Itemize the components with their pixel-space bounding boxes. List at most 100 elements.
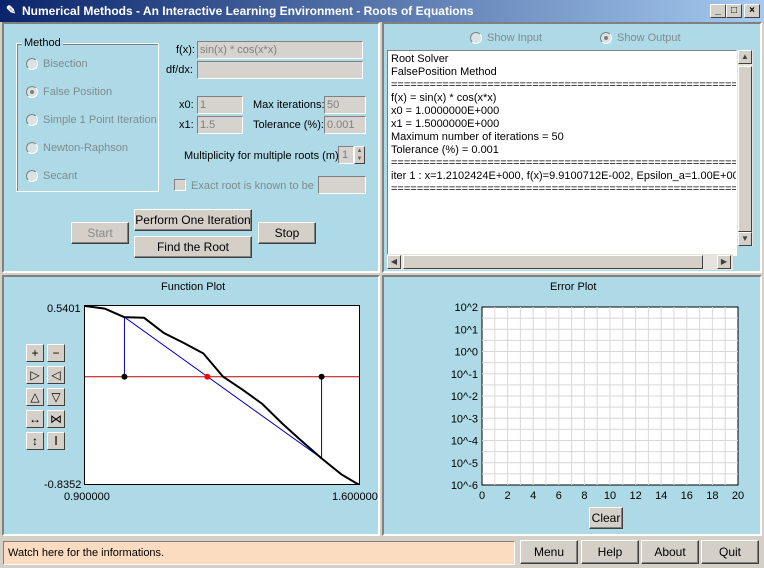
fx-input[interactable]: sin(x) * cos(x*x)	[197, 41, 363, 59]
error-y-tick-label: 10^0	[454, 347, 478, 359]
pan-right-icon[interactable]: ▷	[26, 366, 44, 384]
error-y-tick-label: 10^2	[454, 302, 478, 314]
dfdx-label: df/dx:	[166, 64, 193, 76]
radio-simple-iteration-label: Simple 1 Point Iteration	[43, 114, 157, 126]
error-x-tick-label: 18	[706, 490, 718, 502]
function-plot-ymin: -0.8352	[44, 479, 82, 491]
title-bar: ✎ Numerical Methods - An Interactive Lea…	[0, 0, 764, 22]
error-x-tick-label: 4	[530, 490, 536, 502]
radio-bisection-label: Bisection	[43, 58, 88, 70]
exact-root-input[interactable]	[318, 176, 366, 194]
narrow-y-icon[interactable]: Ⅰ	[47, 432, 65, 450]
radio-false-position-circle[interactable]	[26, 86, 38, 98]
scroll-right-arrow-icon[interactable]: ▶	[717, 255, 731, 269]
radio-secant-label: Secant	[43, 170, 78, 182]
start-button[interactable]: Start	[71, 222, 129, 244]
output-line: f(x) = sin(x) * cos(x*x)	[391, 92, 497, 104]
error-y-tick-label: 10^-3	[451, 413, 478, 425]
about-button[interactable]: About	[641, 540, 699, 564]
error-x-tick-label: 2	[505, 490, 511, 502]
exact-root-checkbox[interactable]	[174, 179, 186, 191]
pan-left-icon[interactable]: ◁	[47, 366, 65, 384]
minimize-button[interactable]: _	[710, 4, 726, 18]
stop-button[interactable]: Stop	[258, 222, 316, 244]
radio-false-position-label: False Position	[43, 86, 113, 98]
show-input-radio[interactable]	[470, 32, 482, 44]
tolerance-label: Tolerance (%):	[253, 119, 324, 131]
root-point	[318, 373, 325, 380]
widen-x-icon[interactable]: ↔	[26, 410, 44, 428]
output-hscroll[interactable]: ◀ ▶	[387, 254, 733, 270]
help-button[interactable]: Help	[581, 540, 639, 564]
pan-down-icon[interactable]: ▽	[47, 388, 65, 406]
narrow-x-icon[interactable]: ⋈	[47, 410, 65, 428]
output-line: Maximum number of iterations = 50	[391, 131, 564, 143]
function-plot-ymax: 0.5401	[47, 303, 81, 315]
error-x-tick-label: 14	[655, 490, 667, 502]
zoom-in-icon[interactable]: +	[26, 344, 44, 362]
output-textarea[interactable]: Root Solver FalsePosition Method =========…	[387, 50, 737, 256]
error-x-tick-label: 6	[556, 490, 562, 502]
function-curve	[85, 306, 359, 484]
output-line: ========================================…	[391, 183, 737, 195]
scroll-down-arrow-icon[interactable]: ▼	[738, 232, 752, 246]
max-iterations-label: Max iterations:	[253, 99, 325, 111]
error-x-tick-label: 20	[732, 490, 744, 502]
show-input-label: Show Input	[487, 32, 543, 44]
maximize-button[interactable]: □	[726, 4, 742, 18]
quit-button[interactable]: Quit	[701, 540, 759, 564]
window-title: Numerical Methods - An Interactive Learn…	[22, 4, 474, 18]
radio-simple-iteration-circle[interactable]	[26, 114, 38, 126]
hscroll-thumb[interactable]	[403, 255, 703, 269]
scroll-left-arrow-icon[interactable]: ◀	[387, 255, 401, 269]
status-message: Watch here for the informations.	[3, 541, 515, 565]
output-line: x0 = 1.0000000E+000	[391, 105, 500, 117]
multiplicity-label: Multiplicity for multiple roots (m):	[184, 150, 342, 162]
error-x-tick-label: 8	[581, 490, 587, 502]
multiplicity-spinner[interactable]: ▲ ▼	[354, 146, 365, 164]
error-y-tick-label: 10^1	[454, 324, 478, 336]
error-x-tick-label: 16	[681, 490, 693, 502]
tolerance-input[interactable]: 0.001	[324, 116, 366, 134]
output-vscroll[interactable]: ▲ ▼	[737, 50, 753, 246]
root-point	[121, 373, 128, 380]
error-y-tick-label: 10^-1	[451, 369, 478, 381]
output-line: Root Solver	[391, 53, 449, 65]
function-plot-canvas[interactable]	[84, 305, 360, 485]
max-iterations-input[interactable]: 50	[324, 96, 366, 114]
x1-input[interactable]: 1.5	[197, 116, 243, 134]
method-group-label: Method	[22, 37, 63, 49]
fx-label: f(x):	[176, 44, 195, 56]
perform-one-iteration-button[interactable]: Perform One Iteration	[134, 209, 252, 231]
zoom-out-icon[interactable]: −	[47, 344, 65, 362]
radio-secant-circle[interactable]	[26, 170, 38, 182]
function-plot-xmax: 1.600000	[332, 491, 378, 503]
pan-up-icon[interactable]: △	[26, 388, 44, 406]
multiplicity-input[interactable]: 1	[338, 146, 354, 164]
vscroll-thumb[interactable]	[738, 66, 752, 232]
clear-button[interactable]: Clear	[589, 507, 623, 529]
error-x-tick-label: 0	[479, 490, 485, 502]
close-button[interactable]: ×	[744, 4, 760, 18]
menu-button[interactable]: Menu	[520, 540, 578, 564]
secant-line	[124, 316, 322, 459]
radio-newton-raphson-circle[interactable]	[26, 142, 38, 154]
function-plot-xmin: 0.900000	[64, 491, 110, 503]
find-root-button[interactable]: Find the Root	[134, 236, 252, 258]
widen-y-icon[interactable]: ↕	[26, 432, 44, 450]
settings-panel: Method Bisection False Position Simple 1…	[2, 22, 380, 273]
x1-label: x1:	[179, 119, 194, 131]
scroll-up-arrow-icon[interactable]: ▲	[738, 50, 752, 64]
error-x-tick-label: 12	[629, 490, 641, 502]
output-line: x1 = 1.5000000E+000	[391, 118, 500, 130]
show-output-radio[interactable]	[600, 32, 612, 44]
dfdx-input[interactable]	[197, 61, 363, 79]
error-y-tick-label: 10^-5	[451, 458, 478, 470]
app-icon: ✎	[6, 3, 17, 17]
error-plot-title: Error Plot	[550, 281, 597, 293]
x0-input[interactable]: 1	[197, 96, 243, 114]
radio-bisection-circle[interactable]	[26, 58, 38, 70]
show-output-label: Show Output	[617, 32, 681, 44]
output-line: iter 1 : x=1.2102424E+000, f(x)=9.910071…	[391, 170, 737, 182]
output-line: Tolerance (%) = 0.001	[391, 144, 499, 156]
